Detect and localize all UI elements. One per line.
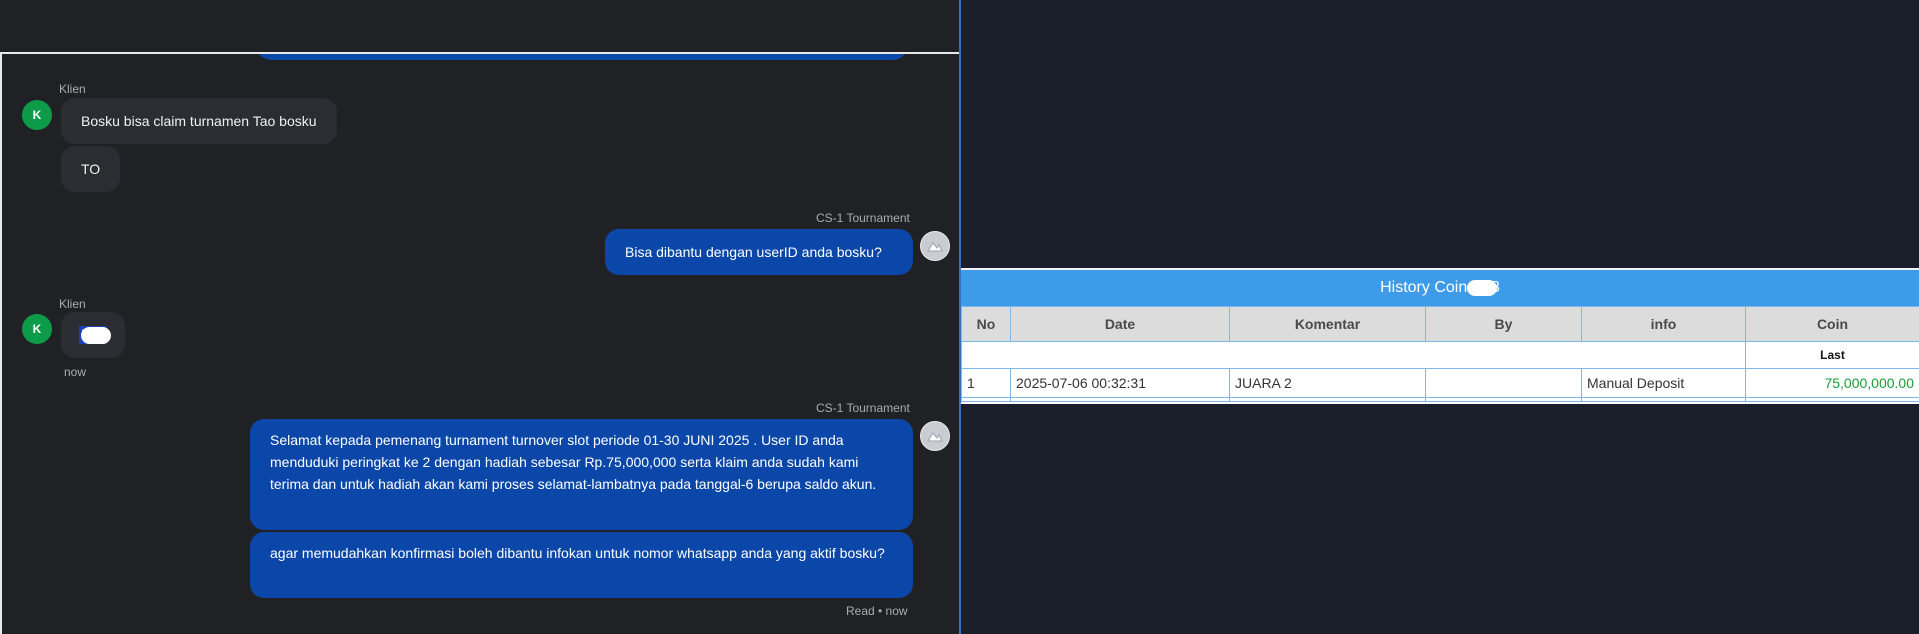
agent-avatar	[920, 421, 950, 451]
redaction-blob	[81, 326, 112, 344]
message-timestamp: now	[64, 365, 87, 379]
agent-avatar	[920, 231, 950, 261]
redaction-blob	[1467, 280, 1497, 296]
agent-avatar-icon	[927, 242, 943, 252]
cell-komentar: JUARA 2	[1229, 368, 1426, 398]
table-row: 1 2025-07-06 00:32:31 JUARA 2 Manual Dep…	[961, 368, 1919, 398]
table-row-partial	[961, 397, 1919, 402]
agent-message-bubble: agar memudahkan konfirmasi boleh dibantu…	[250, 532, 913, 598]
chat-top-bar	[0, 0, 959, 52]
agent-name: CS-1 Tournament	[816, 211, 910, 225]
agent-avatar-icon	[927, 432, 943, 442]
column-header-coin[interactable]: Coin	[1745, 306, 1919, 342]
client-message-bubble: Bosku bisa claim turnamen Tao bosku	[61, 98, 337, 144]
column-header-no[interactable]: No	[961, 306, 1011, 342]
sender-name: Klien	[59, 82, 86, 96]
subheader-last: Last	[1745, 341, 1919, 369]
masked-userid: R8	[79, 326, 112, 344]
history-coin-panel: History Coin r8 No Date Komentar By info…	[961, 268, 1919, 404]
agent-name: CS-1 Tournament	[816, 401, 910, 415]
subheader-spacer	[961, 341, 1746, 369]
cell-date: 2025-07-06 00:32:31	[1010, 368, 1230, 398]
column-header-komentar[interactable]: Komentar	[1229, 306, 1426, 342]
read-status: Read • now	[846, 604, 908, 618]
agent-message-bubble: Selamat kepada pemenang turnament turnov…	[250, 419, 913, 530]
cell-no: 1	[961, 368, 1011, 398]
cell-by	[1425, 368, 1582, 398]
client-avatar: K	[22, 100, 52, 130]
column-header-by[interactable]: By	[1425, 306, 1582, 342]
cell-info: Manual Deposit	[1581, 368, 1746, 398]
cell-coin: 75,000,000.00	[1745, 368, 1919, 398]
table-header-row: No Date Komentar By info Coin	[961, 306, 1919, 342]
agent-message-bubble: Bisa dibantu dengan userID anda bosku?	[605, 229, 913, 275]
table-subheader-row: Last	[961, 341, 1919, 369]
sender-name: Klien	[59, 297, 86, 311]
client-message-bubble: TO	[61, 146, 121, 192]
column-header-info[interactable]: info	[1581, 306, 1746, 342]
history-title: History Coin r8	[961, 270, 1919, 306]
client-userid-bubble: R8	[61, 312, 125, 358]
client-avatar: K	[22, 314, 52, 344]
history-table: No Date Komentar By info Coin Last 1 202…	[961, 306, 1919, 402]
column-header-date[interactable]: Date	[1010, 306, 1230, 342]
previous-message-bubble	[257, 54, 907, 60]
chat-panel[interactable]: Klien K Bosku bisa claim turnamen Tao bo…	[0, 52, 961, 634]
